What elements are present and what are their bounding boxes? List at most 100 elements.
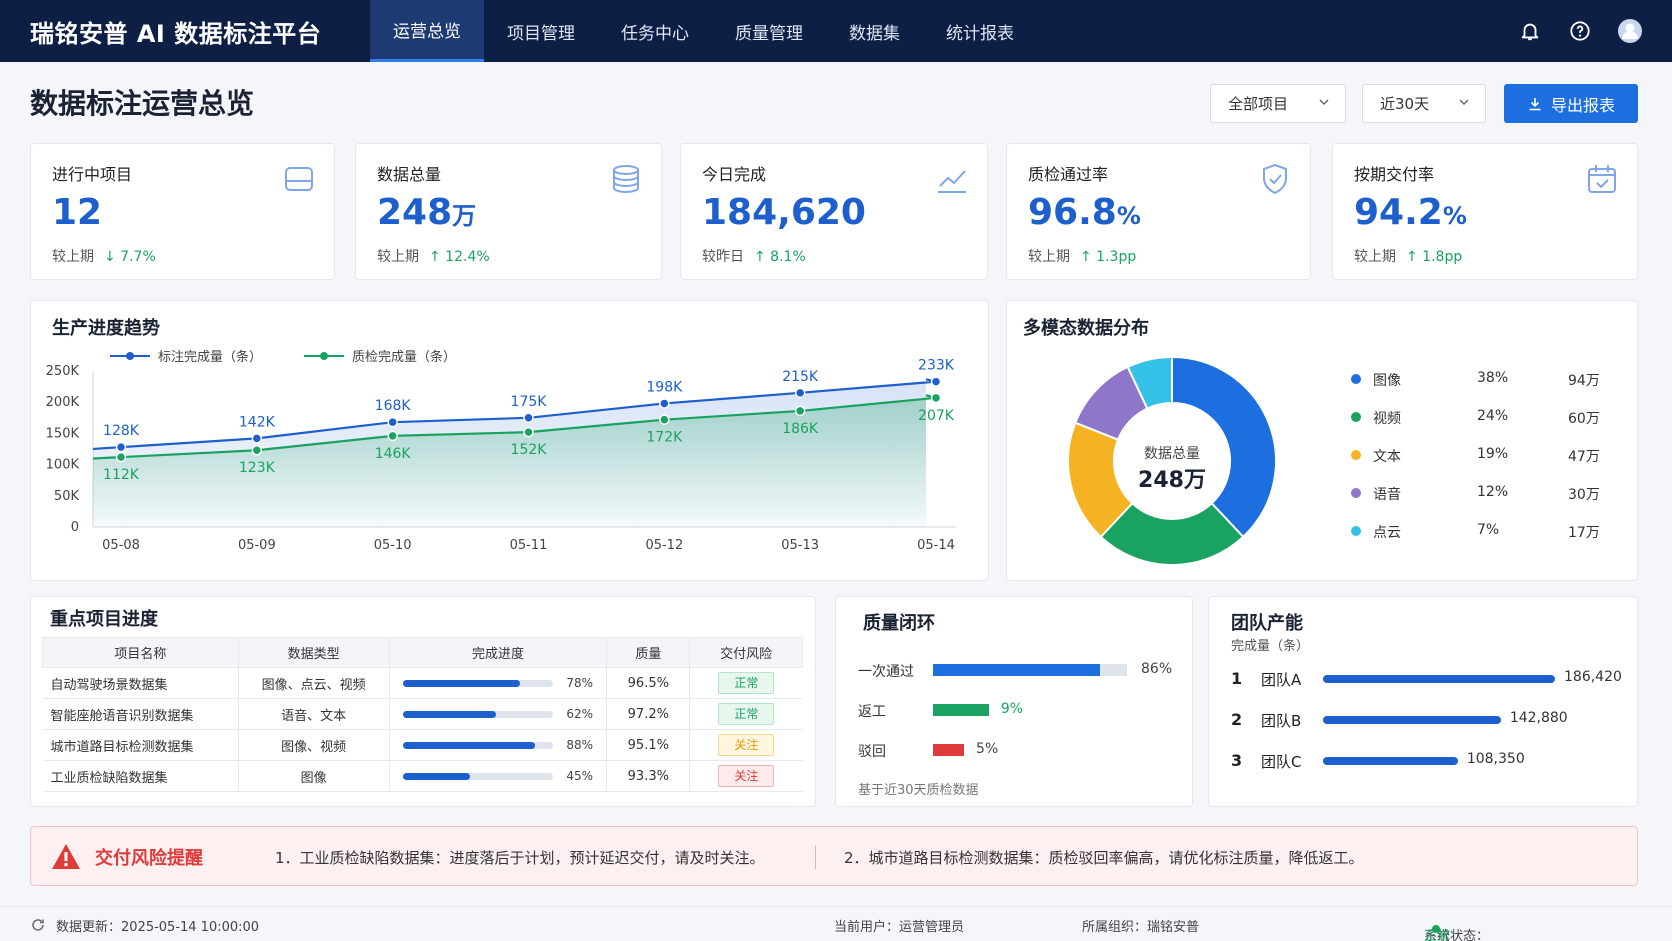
donut-center-label: 数据总量 <box>1144 446 1200 462</box>
progress-percent: 78% <box>566 675 593 690</box>
data-point[interactable] <box>659 414 670 425</box>
risk-cell: 关注 <box>689 760 803 792</box>
nav-item-reports[interactable]: 统计报表 <box>923 0 1037 62</box>
kpi-compare-label: 较上期 <box>377 249 419 265</box>
data-point[interactable] <box>523 412 534 424</box>
progress-cell: 62% <box>388 698 607 730</box>
team-rank: 2 <box>1231 710 1243 729</box>
data-point[interactable] <box>387 430 398 442</box>
kpi-label: 按期交付率 <box>1354 165 1435 184</box>
kpi-unit: 万 <box>452 202 477 230</box>
table-row[interactable]: 工业质检缺陷数据集 图像 45% 93.3% 关注 <box>42 760 803 792</box>
progress-cell: 78% <box>388 667 607 699</box>
column-header[interactable]: 交付风险 <box>689 637 803 668</box>
kpi-comparison: 较上期 ↓ 7.7% <box>52 246 156 266</box>
table-row[interactable]: 城市道路目标检测数据集 图像、视频 88% 95.1% 关注 <box>42 729 803 761</box>
column-header[interactable]: 完成进度 <box>388 637 608 668</box>
date-range-select[interactable]: 近30天 <box>1362 84 1486 123</box>
project-name-cell[interactable]: 城市道路目标检测数据集 <box>42 729 239 761</box>
modality-distribution-panel: 多模态数据分布 数据总量 248万 图像 38% 94万 视频 24% 60万 文本 19% 47… <box>1006 300 1638 581</box>
quality-bar-track <box>933 664 1127 676</box>
key-projects-panel: 重点项目进度 项目名称 数据类型 完成进度 质量 交付风险 自动驾驶场景数据集图… <box>30 596 816 807</box>
nav-item-tasks[interactable]: 任务中心 <box>598 0 712 62</box>
panel-title: 多模态数据分布 <box>1023 318 1149 339</box>
progress-fill <box>402 679 520 687</box>
kpi-compare-label: 较上期 <box>1354 249 1396 265</box>
risk-badge: 正常 <box>718 672 775 694</box>
team-capacity-panel: 团队产能 完成量（条） 1 团队A 186,420 2 团队B 142,880 3 团队C 10… <box>1208 596 1638 807</box>
data-point[interactable] <box>930 376 942 387</box>
kpi-value: 248万 <box>377 192 476 233</box>
team-name: 团队A <box>1261 671 1302 689</box>
data-point[interactable] <box>794 405 806 417</box>
project-name-cell[interactable]: 自动驾驶场景数据集 <box>42 667 239 699</box>
y-tick-label: 250K <box>46 364 80 379</box>
alert-title: 交付风险提醒 <box>95 848 203 869</box>
data-point[interactable] <box>387 416 398 428</box>
kpi-trend-value: ↑ 1.3pp <box>1080 249 1137 265</box>
team-name: 团队B <box>1261 712 1302 730</box>
data-point[interactable] <box>523 426 534 438</box>
nav-item-quality[interactable]: 质量管理 <box>712 0 826 62</box>
table-row[interactable]: 自动驾驶场景数据集 图像、点云、视频 78% 96.5% 正常 <box>42 667 803 699</box>
legend-amount: 30万 <box>1568 487 1600 503</box>
column-header[interactable]: 质量 <box>606 637 691 668</box>
y-tick-label: 150K <box>46 426 80 441</box>
data-point[interactable] <box>930 392 942 404</box>
table-row[interactable]: 智能座舱语音识别数据集 语音、文本 62% 97.2% 正常 <box>42 698 803 730</box>
kpi-number: 248 <box>377 192 453 233</box>
legend-name: 语音 <box>1373 487 1401 503</box>
project-filter-select[interactable]: 全部项目 <box>1210 84 1346 123</box>
progress-percent: 45% <box>566 768 593 783</box>
alert-message: 2．城市道路目标检测数据集：质检驳回率偏高，请优化标注质量，降低返工。 <box>844 849 1364 867</box>
team-rank: 3 <box>1231 751 1243 770</box>
kpi-card-active-projects: 进行中项目 12 较上期 ↓ 7.7% <box>30 143 335 280</box>
refresh-icon[interactable] <box>30 917 46 933</box>
column-header[interactable]: 项目名称 <box>42 637 239 668</box>
project-name-cell[interactable]: 智能座舱语音识别数据集 <box>42 698 239 730</box>
kpi-card-data-total: 数据总量 248万 较上期 ↑ 12.4% <box>355 143 662 280</box>
status-footer: 数据更新：2025-05-14 10:00:00 当前用户：运营管理员 所属组织… <box>0 906 1672 941</box>
data-point[interactable] <box>251 444 263 456</box>
kpi-trend-value: ↑ 1.8pp <box>1406 249 1463 265</box>
data-point[interactable] <box>659 398 670 409</box>
kpi-number: 96.8 <box>1028 192 1117 233</box>
kpi-label: 进行中项目 <box>52 165 133 184</box>
quality-cell: 96.5% <box>606 667 690 699</box>
legend-percent: 38% <box>1477 370 1509 386</box>
legend-dot <box>1351 374 1361 384</box>
legend-percent: 7% <box>1477 522 1500 538</box>
date-range-value: 近30天 <box>1380 95 1430 113</box>
legend-amount: 47万 <box>1568 449 1600 465</box>
export-report-button[interactable]: 导出报表 <box>1504 84 1638 123</box>
bell-icon[interactable] <box>1516 17 1544 45</box>
team-rank: 1 <box>1231 669 1243 688</box>
risk-cell: 正常 <box>689 667 803 699</box>
data-point[interactable] <box>115 451 127 463</box>
user-avatar-icon[interactable] <box>1616 17 1644 45</box>
download-icon <box>1529 97 1541 110</box>
chevron-down-icon <box>1459 99 1469 106</box>
column-header[interactable]: 数据类型 <box>237 637 390 668</box>
progress-bar <box>402 710 553 718</box>
quality-label: 一次通过 <box>858 664 914 680</box>
kpi-comparison: 较上期 ↑ 1.3pp <box>1028 246 1136 266</box>
nav-item-overview[interactable]: 运营总览 <box>370 0 484 62</box>
data-point[interactable] <box>794 387 806 399</box>
progress-bar <box>402 679 553 687</box>
nav-item-datasets[interactable]: 数据集 <box>826 0 923 62</box>
data-label: 186K <box>782 421 819 437</box>
quality-bar-fill <box>933 704 989 716</box>
app-brand[interactable]: 瑞铭安普 AI 数据标注平台 <box>30 14 370 49</box>
data-point[interactable] <box>251 433 263 444</box>
help-icon[interactable] <box>1566 17 1594 45</box>
data-point[interactable] <box>115 441 127 453</box>
nav-item-projects[interactable]: 项目管理 <box>484 0 598 62</box>
progress-fill <box>402 741 535 749</box>
kpi-unit: % <box>1442 202 1467 230</box>
project-name-cell[interactable]: 工业质检缺陷数据集 <box>42 760 239 792</box>
data-label: 207K <box>918 408 955 424</box>
legend-name: 点云 <box>1373 525 1401 541</box>
donut-center-value: 248万 <box>1138 468 1206 493</box>
team-bar <box>1323 675 1555 683</box>
